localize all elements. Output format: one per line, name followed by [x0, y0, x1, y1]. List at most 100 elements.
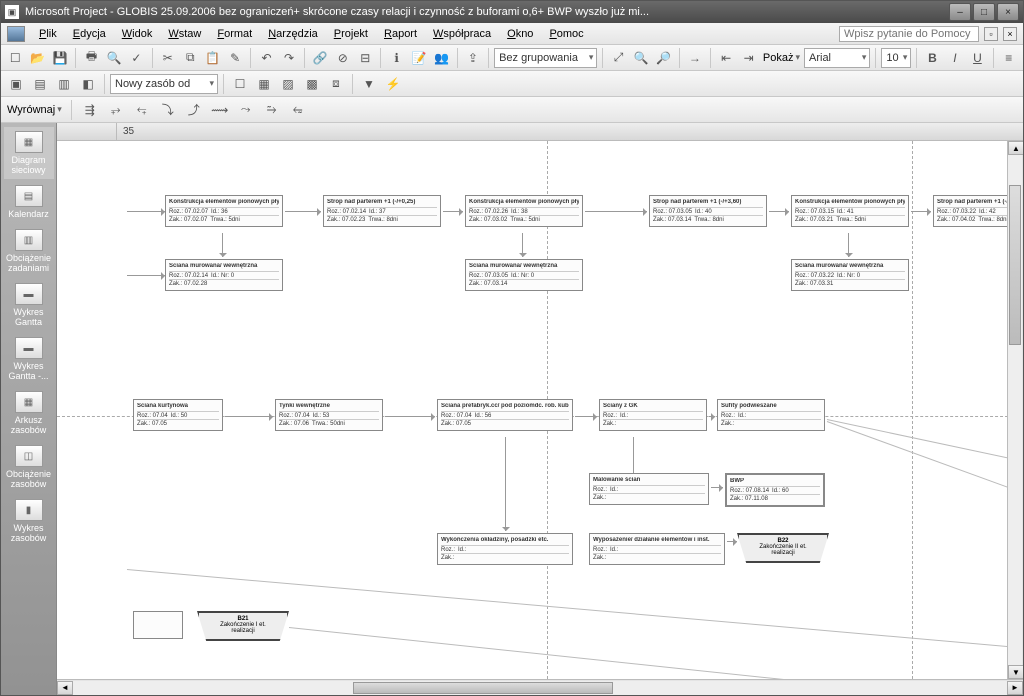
task-box[interactable]: BWPRoz.: 07.08.14Id.: 60Zak.: 07.11.08: [725, 473, 825, 507]
resource-combo[interactable]: Nowy zasób od: [110, 74, 218, 94]
info-icon[interactable]: ℹ: [386, 47, 406, 69]
sidebar-item-3[interactable]: ▬Wykres Gantta: [4, 279, 54, 331]
scroll-thumb-v[interactable]: [1009, 185, 1021, 345]
task-box[interactable]: Strop nad parterem +1 (-/+3,60)Roz.: 07.…: [649, 195, 767, 227]
sidebar-item-4[interactable]: ▬Wykres Gantta -...: [4, 333, 54, 385]
help-search-input[interactable]: [839, 26, 979, 42]
sidebar-item-2[interactable]: ▥Obciążenie zadaniami: [4, 225, 54, 277]
save-icon[interactable]: 💾: [50, 47, 70, 69]
scroll-up-button[interactable]: ▲: [1008, 141, 1023, 155]
task-box[interactable]: Ściana murowana/ wewnętrznaRoz.: 07.03.0…: [465, 259, 583, 291]
cut-icon[interactable]: ✂: [158, 47, 178, 69]
bold-icon[interactable]: B: [922, 47, 942, 69]
lvl-icon-4[interactable]: ⤵: [157, 99, 179, 121]
scroll-right-button[interactable]: ►: [1007, 681, 1023, 695]
task-box[interactable]: Sufity podwieszaneRoz.: Id.: Zak.:: [717, 399, 825, 431]
menu-projekt[interactable]: Projekt: [326, 26, 376, 42]
tb2-icon-10[interactable]: ⚡: [382, 73, 404, 95]
preview-icon[interactable]: 🔍: [104, 47, 124, 69]
tb2-icon-7[interactable]: ▨: [277, 73, 299, 95]
font-combo[interactable]: Arial: [804, 48, 870, 68]
menu-okno[interactable]: Okno: [499, 26, 541, 42]
menu-widok[interactable]: Widok: [114, 26, 161, 42]
close-doc-button[interactable]: ×: [1003, 27, 1017, 41]
spell-icon[interactable]: ✓: [126, 47, 146, 69]
lvl-icon-3[interactable]: ⥆: [131, 99, 153, 121]
lvl-icon-2[interactable]: ⥅: [105, 99, 127, 121]
redo-icon[interactable]: ↷: [279, 47, 299, 69]
split-icon[interactable]: ⊟: [355, 47, 375, 69]
maximize-button[interactable]: □: [973, 3, 995, 21]
menu-raport[interactable]: Raport: [376, 26, 425, 42]
notes-icon[interactable]: 📝: [409, 47, 429, 69]
assign-icon[interactable]: 👥: [431, 47, 451, 69]
horizontal-scrollbar[interactable]: ◄ ►: [57, 679, 1023, 695]
lvl-icon-1[interactable]: ⇶: [79, 99, 101, 121]
filter-icon[interactable]: ▼: [358, 73, 380, 95]
grouping-combo[interactable]: Bez grupowania: [494, 48, 597, 68]
copy-icon[interactable]: ⧉: [180, 47, 200, 69]
menu-pomoc[interactable]: Pomoc: [541, 26, 591, 42]
milestone-box[interactable]: B21Zakończenie I et.realizacji: [197, 611, 289, 641]
italic-icon[interactable]: I: [945, 47, 965, 69]
sidebar-item-5[interactable]: ▦Arkusz zasobów: [4, 387, 54, 439]
link-icon[interactable]: 🔗: [310, 47, 330, 69]
menu-narzędzia[interactable]: Narzędzia: [260, 26, 326, 42]
task-box[interactable]: Ściana kurtynowaRoz.: 07.04Id.: 50Zak.: …: [133, 399, 223, 431]
print-icon[interactable]: 🖶: [81, 47, 101, 69]
scroll-left-button[interactable]: ◄: [57, 681, 73, 695]
menu-plik[interactable]: Plik: [31, 26, 65, 42]
sidebar-item-1[interactable]: ▤Kalendarz: [4, 181, 54, 223]
outdent-icon[interactable]: ⇤: [716, 47, 736, 69]
tb2-icon-3[interactable]: ▥: [53, 73, 75, 95]
restore-doc-button[interactable]: ▫: [984, 27, 998, 41]
goto-icon[interactable]: →: [685, 47, 705, 69]
task-box[interactable]: Konstrukcja elementów pionowych płytRoz.…: [791, 195, 909, 227]
zoomin-icon[interactable]: 🔍: [631, 47, 651, 69]
publish-icon[interactable]: ⇪: [463, 47, 483, 69]
task-box[interactable]: Wykończenia okładziny, posadzki etc.Roz.…: [437, 533, 573, 565]
tb2-icon-6[interactable]: ▦: [253, 73, 275, 95]
network-diagram-canvas[interactable]: Konstrukcja elementów pionowych płytRoz.…: [57, 141, 1023, 679]
lvl-icon-7[interactable]: ⤳: [235, 99, 257, 121]
menu-wstaw[interactable]: Wstaw: [160, 26, 209, 42]
milestone-box[interactable]: B22Zakończenie II et.realizacji: [737, 533, 829, 563]
align-left-icon[interactable]: ≡: [999, 47, 1019, 69]
task-box[interactable]: [133, 611, 183, 639]
show-menu[interactable]: Pokaż: [761, 52, 802, 64]
task-box[interactable]: Konstrukcja elementów pionowych płytRoz.…: [165, 195, 283, 227]
lvl-icon-5[interactable]: ⤴: [183, 99, 205, 121]
tb2-icon-5[interactable]: ☐: [229, 73, 251, 95]
sidebar-item-7[interactable]: ▮Wykres zasobów: [4, 495, 54, 547]
undo-icon[interactable]: ↶: [256, 47, 276, 69]
scroll-down-button[interactable]: ▼: [1008, 665, 1023, 679]
task-box[interactable]: Tynki wewnętrzneRoz.: 07.04Id.: 53Zak.: …: [275, 399, 383, 431]
task-box[interactable]: Malowanie ścianRoz.: Id.: Zak.:: [589, 473, 709, 505]
tb2-icon-2[interactable]: ▤: [29, 73, 51, 95]
open-icon[interactable]: 📂: [27, 47, 47, 69]
tb2-icon-8[interactable]: ▩: [301, 73, 323, 95]
format-icon[interactable]: ✎: [225, 47, 245, 69]
scroll-thumb-h[interactable]: [353, 682, 613, 694]
sidebar-item-6[interactable]: ◫Obciążenie zasobów: [4, 441, 54, 493]
indent-icon[interactable]: ⇥: [738, 47, 758, 69]
zoomout-icon[interactable]: 🔎: [653, 47, 673, 69]
lvl-icon-9[interactable]: ⥳: [287, 99, 309, 121]
lvl-icon-6[interactable]: ⟿: [209, 99, 231, 121]
task-box[interactable]: Konstrukcja elementów pionowych płytRoz.…: [465, 195, 583, 227]
task-box[interactable]: Ściana murowana/ wewnętrznaRoz.: 07.03.2…: [791, 259, 909, 291]
lvl-icon-8[interactable]: ⥲: [261, 99, 283, 121]
new-icon[interactable]: ☐: [5, 47, 25, 69]
underline-icon[interactable]: U: [967, 47, 987, 69]
minimize-button[interactable]: –: [949, 3, 971, 21]
zoomfit-icon[interactable]: ⤢: [608, 47, 628, 69]
level-button[interactable]: Wyrównaj: [5, 104, 64, 116]
task-box[interactable]: Strop nad parterem +1 (-/+0,25)Roz.: 07.…: [323, 195, 441, 227]
task-box[interactable]: Ściana murowana/ wewnętrznaRoz.: 07.02.1…: [165, 259, 283, 291]
task-box[interactable]: Ściana prefabryk.cc/ pod poziomdc. rob. …: [437, 399, 573, 431]
tb2-icon-4[interactable]: ◧: [77, 73, 99, 95]
menu-współpraca[interactable]: Współpraca: [425, 26, 499, 42]
menu-format[interactable]: Format: [209, 26, 260, 42]
tb2-icon-1[interactable]: ▣: [5, 73, 27, 95]
unlink-icon[interactable]: ⊘: [333, 47, 353, 69]
